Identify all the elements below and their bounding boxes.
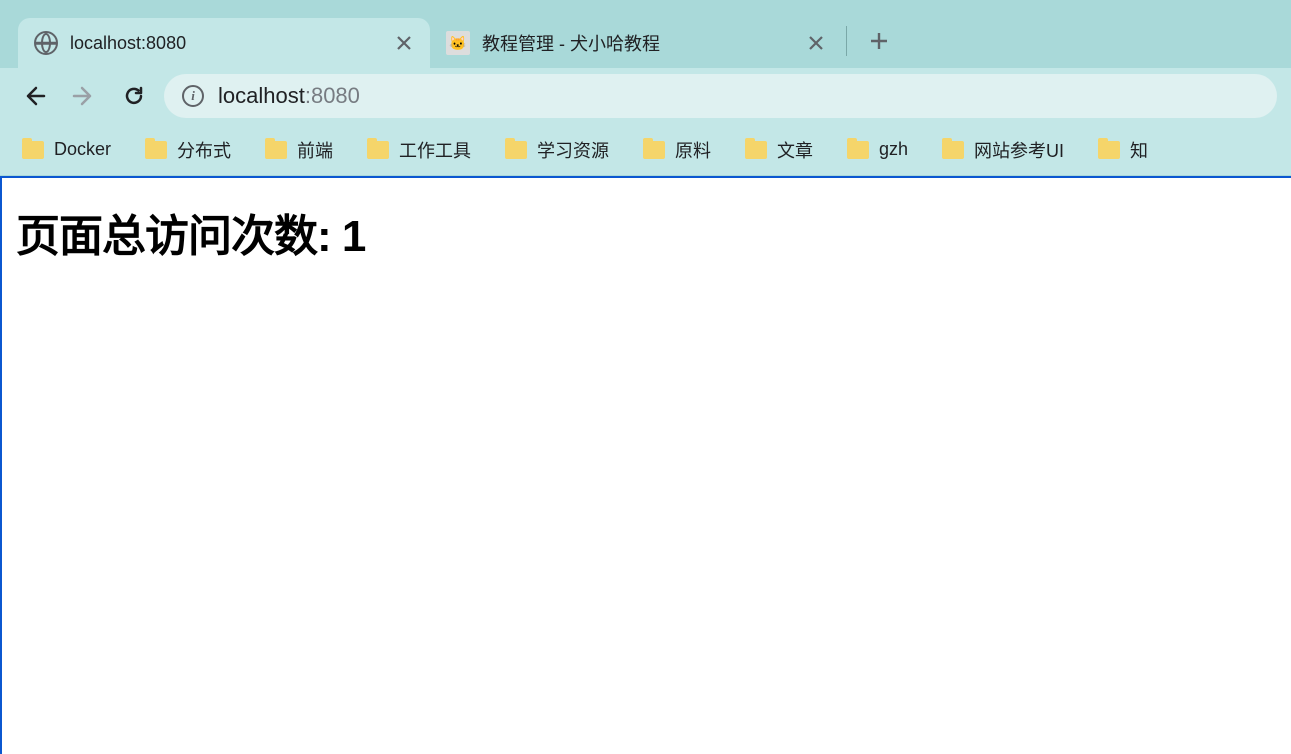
page-content: 页面总访问次数: 1	[0, 176, 1291, 754]
bookmark-label: 前端	[297, 137, 333, 163]
bookmark-frontend[interactable]: 前端	[265, 137, 333, 163]
bookmark-label: 文章	[777, 137, 813, 163]
bookmark-worktools[interactable]: 工作工具	[367, 137, 471, 163]
reload-button[interactable]	[114, 76, 154, 116]
bookmark-label: 分布式	[177, 137, 231, 163]
back-button[interactable]	[14, 76, 54, 116]
tab-strip: localhost:8080 🐱 教程管理 - 犬小哈教程	[0, 0, 1291, 68]
close-icon[interactable]	[806, 33, 826, 53]
address-bar[interactable]: i localhost:8080	[164, 74, 1277, 118]
bookmark-label: Docker	[54, 139, 111, 160]
bookmark-docker[interactable]: Docker	[22, 139, 111, 160]
bookmark-learning[interactable]: 学习资源	[505, 137, 609, 163]
bookmark-label: 工作工具	[399, 137, 471, 163]
folder-icon	[643, 141, 665, 159]
bookmark-material[interactable]: 原料	[643, 137, 711, 163]
bookmark-label: 知	[1130, 137, 1148, 163]
folder-icon	[145, 141, 167, 159]
tab-separator	[846, 26, 847, 56]
folder-icon	[1098, 141, 1120, 159]
favicon-icon: 🐱	[446, 31, 470, 55]
bookmark-label: 原料	[675, 137, 711, 163]
bookmark-zhi[interactable]: 知	[1098, 137, 1148, 163]
new-tab-button[interactable]	[859, 21, 899, 61]
folder-icon	[847, 141, 869, 159]
bookmark-label: 学习资源	[537, 137, 609, 163]
globe-icon	[34, 31, 58, 55]
tab-active[interactable]: localhost:8080	[18, 18, 430, 68]
bookmark-label: gzh	[879, 139, 908, 160]
folder-icon	[265, 141, 287, 159]
folder-icon	[22, 141, 44, 159]
folder-icon	[942, 141, 964, 159]
url-host: localhost	[218, 83, 305, 108]
url-port: :8080	[305, 83, 360, 108]
bookmark-uiref[interactable]: 网站参考UI	[942, 137, 1064, 163]
bookmarks-bar: Docker 分布式 前端 工作工具 学习资源 原料 文章 gzh 网站参考UI…	[0, 124, 1291, 176]
url-text: localhost:8080	[218, 83, 360, 109]
tab-inactive[interactable]: 🐱 教程管理 - 犬小哈教程	[430, 18, 842, 68]
forward-button[interactable]	[64, 76, 104, 116]
folder-icon	[367, 141, 389, 159]
close-icon[interactable]	[394, 33, 414, 53]
bookmark-label: 网站参考UI	[974, 137, 1064, 163]
folder-icon	[505, 141, 527, 159]
bookmark-article[interactable]: 文章	[745, 137, 813, 163]
folder-icon	[745, 141, 767, 159]
tab-title: 教程管理 - 犬小哈教程	[482, 30, 798, 56]
page-heading: 页面总访问次数: 1	[16, 200, 1277, 264]
site-info-icon[interactable]: i	[182, 85, 204, 107]
bookmark-gzh[interactable]: gzh	[847, 139, 908, 160]
toolbar: i localhost:8080	[0, 68, 1291, 124]
tab-title: localhost:8080	[70, 33, 386, 54]
bookmark-distributed[interactable]: 分布式	[145, 137, 231, 163]
